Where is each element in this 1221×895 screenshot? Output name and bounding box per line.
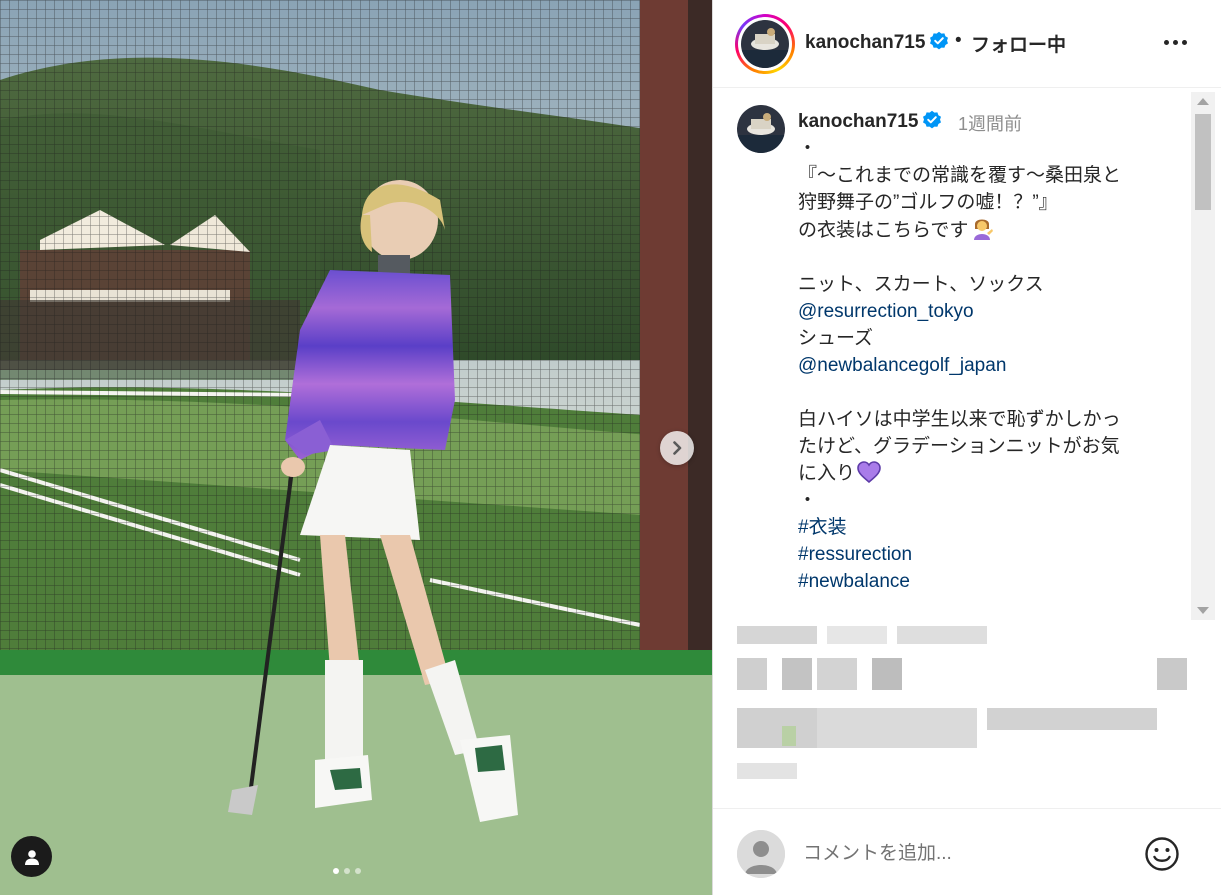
scroll-up-arrow-icon[interactable] [1197, 98, 1209, 105]
carousel-dot [333, 868, 339, 874]
tagged-users-button[interactable] [11, 836, 52, 877]
caption-scroll-area[interactable]: kanochan715 1週間前 ・ 『～これまでの常識を覆す～桑田泉と 狩野舞… [713, 89, 1221, 619]
purple-heart-emoji [857, 461, 881, 483]
caption-line: ニット、スカート、ソックス [798, 274, 1044, 295]
caption-line: 『～これまでの常識を覆す～桑田泉と [798, 165, 1122, 186]
carousel-dot [355, 868, 361, 874]
caption-text: ・ 『～これまでの常識を覆す～桑田泉と 狩野舞子の”ゴルフの嘘！？”』 の衣装は… [798, 135, 1168, 595]
add-comment-bar [713, 808, 1221, 895]
carousel-indicator [333, 868, 361, 874]
more-horizontal-icon [1163, 39, 1187, 45]
scroll-down-arrow-icon[interactable] [1197, 607, 1209, 614]
caption-username[interactable]: kanochan715 [798, 110, 942, 133]
hashtag-link[interactable]: #newbalance [798, 568, 1168, 595]
instagram-post: kanochan715 • フォロー中 kanochan715 1週間前 ・ 『… [0, 0, 1221, 895]
current-user-avatar [737, 830, 785, 878]
caption-line: たけど、グラデーションニットがお気 [798, 436, 1120, 457]
golf-photo-illustration [0, 0, 712, 895]
header-username[interactable]: kanochan715 [805, 31, 949, 54]
caption-line: に入り [798, 460, 1168, 487]
chevron-right-icon [673, 441, 682, 455]
avatar [737, 105, 785, 153]
caption-line: の衣装はこちらです [798, 216, 1168, 244]
smiley-face-icon [1145, 837, 1179, 871]
more-options-button[interactable] [1160, 30, 1190, 54]
mention-link[interactable]: @resurrection_tokyo [798, 298, 1168, 325]
header-separator: • [955, 30, 962, 51]
post-photo[interactable] [0, 0, 712, 895]
verified-badge-icon [923, 110, 942, 129]
post-details-pane: kanochan715 • フォロー中 kanochan715 1週間前 ・ 『… [712, 0, 1221, 895]
emoji-picker-button[interactable] [1143, 835, 1181, 873]
verified-badge-icon [930, 31, 949, 50]
caption-line: 狩野舞子の”ゴルフの嘘！？”』 [798, 192, 1058, 213]
obscured-comments-area [737, 618, 1212, 788]
caption-avatar[interactable] [737, 105, 785, 153]
user-tag-icon [24, 849, 39, 865]
next-slide-button[interactable] [660, 431, 694, 465]
following-button[interactable]: フォロー中 [971, 30, 1066, 57]
comment-input[interactable] [803, 839, 1123, 869]
mention-link[interactable]: @newbalancegolf_japan [798, 352, 1168, 379]
caption-line: ・ [798, 490, 818, 511]
caption-timestamp[interactable]: 1週間前 [958, 110, 1022, 136]
avatar [741, 20, 789, 68]
hashtag-link[interactable]: #衣装 [798, 514, 1168, 541]
hashtag-link[interactable]: #ressurection [798, 541, 1168, 568]
person-tipping-hand-emoji [974, 219, 994, 240]
post-header: kanochan715 • フォロー中 [713, 0, 1221, 88]
carousel-dot [344, 868, 350, 874]
scrollbar-thumb[interactable] [1195, 114, 1211, 210]
profile-avatar-story-ring[interactable] [735, 14, 795, 74]
caption-scrollbar[interactable] [1191, 92, 1215, 620]
default-user-icon [737, 830, 785, 878]
caption-line: シューズ [798, 328, 874, 349]
caption-line: ・ [798, 138, 818, 159]
caption-line: 白ハイソは中学生以来で恥ずかしかっ [798, 409, 1121, 430]
